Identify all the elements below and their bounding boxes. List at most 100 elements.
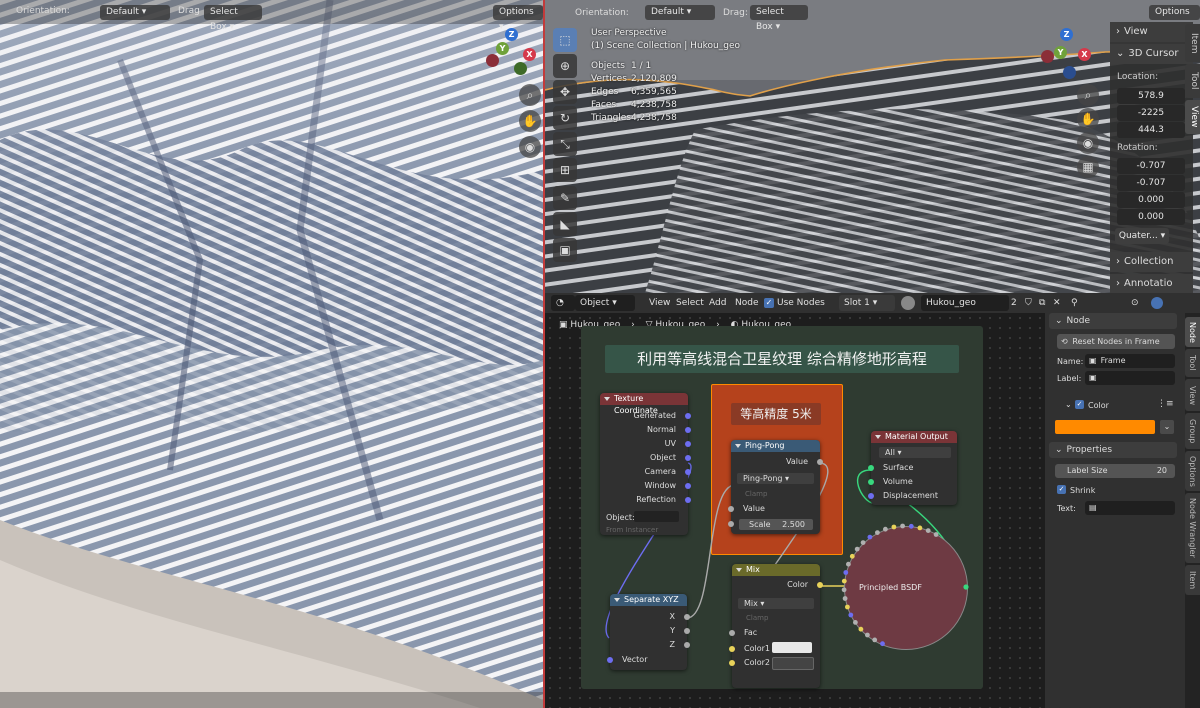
bsdf-input-socket[interactable]	[854, 546, 860, 552]
zoom-icon[interactable]: ⌕	[1077, 84, 1099, 106]
location-x-field[interactable]: 578.9	[1117, 88, 1185, 104]
gizmo-neg-z[interactable]	[1063, 66, 1076, 79]
navigation-gizmo[interactable]: Z Y X	[486, 28, 536, 78]
rotation-z-field[interactable]: 0.000	[1117, 209, 1185, 225]
socket[interactable]	[685, 497, 691, 503]
reset-nodes-in-frame-button[interactable]: ⟲ Reset Nodes in Frame	[1057, 334, 1175, 349]
socket[interactable]	[685, 427, 691, 433]
right-3d-viewport[interactable]: Orientation: Default ▾ Drag: Select Box …	[545, 0, 1200, 293]
editor-type-icon[interactable]: ◔	[551, 295, 575, 311]
socket[interactable]	[729, 630, 735, 636]
menu-add[interactable]: Add	[709, 295, 726, 311]
bsdf-input-socket[interactable]	[925, 528, 931, 533]
color-presets-dropdown[interactable]: ⌄	[1160, 420, 1174, 434]
left-3d-viewport[interactable]: Orientation: Default ▾ Drag Select Box ▾…	[0, 0, 543, 708]
bsdf-output-socket[interactable]	[963, 584, 969, 590]
tab-item[interactable]: Item	[1185, 24, 1200, 62]
bsdf-input-socket[interactable]	[853, 620, 858, 625]
pin-icon[interactable]: ⚲	[1071, 295, 1078, 311]
node-panel-header[interactable]: ⌄ Node	[1049, 313, 1177, 329]
socket[interactable]	[685, 413, 691, 419]
socket[interactable]	[868, 465, 874, 471]
node-canvas[interactable]: ▣ Hukou_geo › ▽ Hukou_geo › ◐ Hukou_geo …	[545, 313, 1045, 708]
properties-panel-header[interactable]: ⌄ Properties	[1049, 442, 1177, 458]
separate-xyz-node[interactable]: Separate XYZ X Y Z Vector	[607, 594, 690, 670]
socket[interactable]	[728, 506, 734, 512]
tab-item[interactable]: Item	[1185, 565, 1200, 595]
gizmo-neg-x[interactable]	[486, 54, 499, 67]
bsdf-input-socket[interactable]	[900, 523, 905, 529]
ping-pong-node[interactable]: Ping-Pong Value Ping-Pong ▾ Clamp Value …	[728, 440, 823, 534]
material-sphere-icon[interactable]	[901, 296, 915, 310]
rotation-mode-dropdown[interactable]: Quater... ▾	[1115, 228, 1169, 244]
bsdf-input-socket[interactable]	[846, 561, 851, 567]
text-datablock-field[interactable]: ▤	[1085, 501, 1175, 515]
transform-tool-icon[interactable]: ⊞	[553, 158, 577, 182]
cursor-panel-header[interactable]: ⌄ 3D Cursor	[1110, 44, 1193, 64]
node-title[interactable]: Ping-Pong	[731, 440, 820, 452]
bsdf-input-socket[interactable]	[841, 587, 847, 593]
mix-node[interactable]: Mix Color Mix ▾ Clamp Fac Color1 Color2	[729, 564, 823, 688]
material-output-node[interactable]: Material Output All ▾ Surface Volume Dis…	[868, 431, 957, 505]
gizmo-x-axis[interactable]: X	[523, 48, 536, 61]
texture-coordinate-node[interactable]: Texture Coordinate Generated Normal UV O…	[600, 393, 691, 535]
bsdf-input-socket[interactable]	[848, 612, 854, 618]
socket[interactable]	[728, 521, 734, 527]
drag-dropdown[interactable]: Select Box ▾	[204, 5, 262, 32]
socket[interactable]	[729, 660, 735, 666]
scale-field[interactable]: Scale 2.500	[739, 519, 813, 530]
socket[interactable]	[607, 657, 613, 663]
bsdf-input-socket[interactable]	[842, 596, 848, 601]
node-title[interactable]: Texture Coordinate	[600, 393, 688, 415]
bsdf-input-socket[interactable]	[858, 626, 864, 632]
socket[interactable]	[685, 483, 691, 489]
gizmo-y-axis[interactable]: Y	[1054, 46, 1067, 59]
tab-tool[interactable]: Tool	[1185, 349, 1200, 377]
tab-options[interactable]: Options	[1185, 451, 1200, 491]
measure-tool-icon[interactable]: ◣	[553, 212, 577, 236]
bsdf-input-socket[interactable]	[880, 641, 885, 647]
orientation-dropdown[interactable]: Default ▾	[100, 5, 170, 20]
principled-sockets[interactable]	[838, 520, 972, 654]
hand-pan-icon[interactable]: ✋	[1077, 108, 1099, 130]
select-tool-icon[interactable]: ⬚	[553, 28, 577, 52]
node-title[interactable]: Separate XYZ	[610, 594, 687, 606]
tab-view[interactable]: View	[1185, 379, 1200, 411]
label-field[interactable]: ▣	[1085, 371, 1175, 385]
socket[interactable]	[685, 455, 691, 461]
location-y-field[interactable]: -2225	[1117, 105, 1185, 121]
socket[interactable]	[685, 441, 691, 447]
drag-dropdown[interactable]: Select Box ▾	[750, 5, 808, 32]
operation-dropdown[interactable]: Ping-Pong ▾	[737, 473, 814, 484]
overlay-toggle-icon[interactable]	[1151, 297, 1163, 309]
gizmo-x-axis[interactable]: X	[1078, 48, 1091, 61]
tab-group[interactable]: Group	[1185, 413, 1200, 449]
rotate-tool-icon[interactable]: ↻	[553, 106, 577, 130]
add-cube-tool-icon[interactable]: ▣	[553, 238, 577, 262]
tab-view[interactable]: View	[1185, 100, 1200, 134]
gizmo-y-axis[interactable]: Y	[496, 42, 509, 55]
cursor-tool-icon[interactable]: ⊕	[553, 54, 577, 78]
gizmo-z-axis[interactable]: Z	[505, 28, 518, 41]
location-z-field[interactable]: 444.3	[1117, 122, 1185, 138]
camera-icon[interactable]: ◉	[1077, 132, 1099, 154]
tab-tool[interactable]: Tool	[1185, 64, 1200, 98]
gizmo-neg-y[interactable]	[514, 62, 527, 75]
blend-mode-dropdown[interactable]: Mix ▾	[738, 598, 814, 609]
name-field[interactable]: ▣ Frame	[1085, 354, 1175, 368]
bsdf-input-socket[interactable]	[933, 532, 939, 537]
fake-user-shield-icon[interactable]: ⛉	[1025, 295, 1032, 311]
socket[interactable]	[817, 459, 823, 465]
object-picker-field[interactable]	[634, 511, 679, 522]
bsdf-input-socket[interactable]	[865, 632, 870, 638]
socket[interactable]	[684, 614, 690, 620]
bsdf-input-socket[interactable]	[849, 553, 855, 559]
rotation-x-field[interactable]: -0.707	[1117, 175, 1185, 191]
user-count[interactable]: 2	[1011, 295, 1017, 311]
zoom-icon[interactable]: ⌕	[519, 84, 541, 106]
color1-swatch[interactable]	[772, 642, 812, 653]
socket[interactable]	[817, 582, 823, 588]
bsdf-input-socket[interactable]	[841, 578, 847, 584]
grid-view-icon[interactable]: ▦	[1077, 156, 1099, 178]
shader-type-dropdown[interactable]: Object ▾	[575, 295, 635, 311]
